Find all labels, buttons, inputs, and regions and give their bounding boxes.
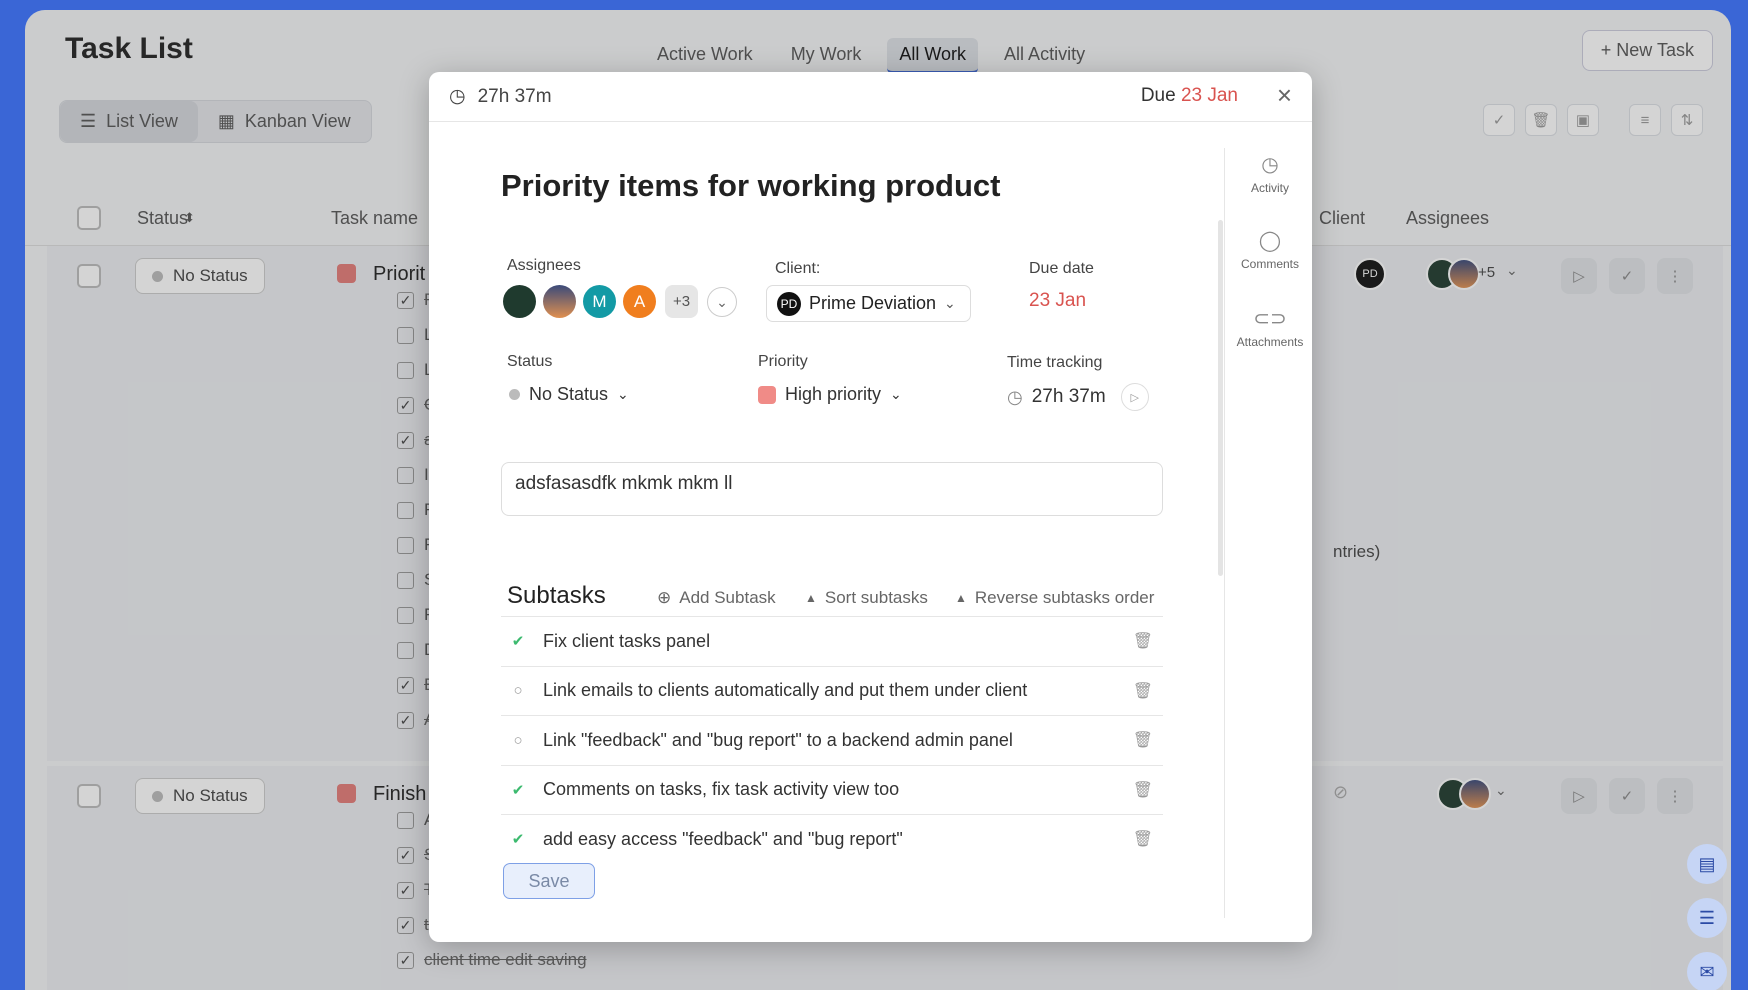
check-circle-icon[interactable]: ✔: [501, 632, 535, 650]
save-button[interactable]: Save: [503, 863, 595, 899]
triangle-up-icon: ▲: [955, 591, 967, 605]
scrollbar[interactable]: [1218, 220, 1223, 576]
subtask-row[interactable]: ○ Link emails to clients automatically an…: [501, 667, 1163, 716]
status-value: No Status: [529, 384, 609, 404]
calendar-icon[interactable]: ▤: [1687, 844, 1727, 884]
subtask-row[interactable]: ✔ add easy access "feedback" and "bug rep…: [501, 815, 1163, 856]
assignees-label: Assignees: [507, 257, 581, 274]
comments-label: Comments: [1240, 257, 1299, 271]
priority-label: Priority: [758, 353, 808, 370]
subtask-text[interactable]: Comments on tasks, fix task activity vie…: [543, 779, 899, 800]
paperclip-icon: ⊂⊃: [1253, 308, 1287, 330]
check-circle-icon[interactable]: ✔: [501, 781, 535, 799]
triangle-up-icon: ▲: [805, 591, 817, 605]
activity-button[interactable]: ◷ Activity: [1229, 152, 1311, 195]
client-name: Prime Deviation: [809, 293, 937, 313]
activity-label: Activity: [1250, 181, 1289, 195]
subtask-list: ✔ Fix client tasks panel 🗑 ○ Link emails to …: [501, 616, 1163, 856]
reverse-subtasks-label: Reverse subtasks order: [974, 588, 1155, 607]
attachments-label: Attachments: [1236, 335, 1304, 349]
avatar[interactable]: M: [583, 285, 616, 318]
subtasks-title: Subtasks: [507, 582, 606, 609]
close-icon[interactable]: ×: [1277, 80, 1292, 111]
add-subtask-button[interactable]: ⊕ Add Subtask: [657, 588, 776, 608]
subtask-row[interactable]: ✔ Comments on tasks, fix task activity vi…: [501, 766, 1163, 815]
speech-bubble-icon: ◯: [1258, 230, 1282, 252]
chevron-down-icon: ⌄: [890, 386, 902, 402]
status-select[interactable]: No Status ⌄: [509, 384, 629, 405]
subtask-row[interactable]: ✔ Fix client tasks panel 🗑: [501, 617, 1163, 667]
check-circle-icon[interactable]: ✔: [501, 830, 535, 848]
description-field[interactable]: adsfasasdfk mkmk mkm ll: [501, 462, 1163, 516]
priority-swatch: [758, 385, 776, 404]
task-modal: ◷ 27h 37m Due 23 Jan × Priority items fo…: [429, 72, 1312, 942]
subtask-text[interactable]: Link "feedback" and "bug report" to a ba…: [543, 730, 1013, 751]
avatar[interactable]: [543, 285, 576, 318]
reverse-subtasks-button[interactable]: ▲ Reverse subtasks order: [955, 588, 1154, 608]
circle-icon[interactable]: ○: [501, 682, 535, 699]
due-date-label: Due date: [1029, 260, 1094, 277]
play-icon[interactable]: ▷: [1120, 383, 1149, 411]
priority-select[interactable]: High priority ⌄: [758, 384, 902, 405]
time-spent: 27h 37m: [477, 85, 552, 107]
task-title[interactable]: Priority items for working product: [501, 168, 1001, 204]
trash-icon[interactable]: 🗑: [1133, 631, 1153, 651]
add-subtask-label: Add Subtask: [679, 588, 776, 607]
modal-due: Due 23 Jan: [1141, 85, 1238, 107]
due-date: 23 Jan: [1180, 85, 1238, 106]
status-dot: [509, 389, 520, 400]
sort-subtasks-button[interactable]: ▲ Sort subtasks: [805, 588, 928, 608]
chevron-down-icon: ⌄: [944, 295, 956, 311]
attachments-button[interactable]: ⊂⊃ Attachments: [1229, 306, 1311, 349]
due-date-value[interactable]: 23 Jan: [1029, 290, 1086, 312]
plus-circle-icon: ⊕: [657, 588, 672, 607]
chevron-down-icon[interactable]: ⌄: [707, 287, 737, 317]
time-tracking: ◷ 27h 37m ▷: [1007, 383, 1149, 411]
chat-icon[interactable]: ✉: [1687, 952, 1727, 990]
subtask-text[interactable]: add easy access "feedback" and "bug repo…: [543, 829, 903, 850]
comments-button[interactable]: ◯ Comments: [1229, 228, 1311, 271]
circle-icon[interactable]: ○: [501, 732, 535, 749]
subtask-row[interactable]: ○ Link "feedback" and "bug report" to a b…: [501, 716, 1163, 766]
avatar[interactable]: A: [623, 285, 656, 318]
subtask-text[interactable]: Fix client tasks panel: [543, 631, 710, 652]
trash-icon[interactable]: 🗑: [1133, 681, 1153, 701]
clock-icon: ◷: [1007, 386, 1023, 407]
status-label: Status: [507, 353, 553, 370]
client-logo: PD: [777, 291, 801, 316]
chevron-down-icon: ⌄: [617, 386, 629, 402]
trash-icon[interactable]: 🗑: [1133, 730, 1153, 750]
sort-subtasks-label: Sort subtasks: [824, 588, 928, 607]
avatar[interactable]: [503, 285, 536, 318]
modal-header: ◷ 27h 37m Due 23 Jan ×: [429, 72, 1312, 122]
list-icon[interactable]: ☰: [1687, 898, 1727, 938]
modal-time: ◷ 27h 37m: [449, 85, 552, 108]
clock-icon: ◷: [449, 86, 466, 107]
due-prefix: Due: [1140, 85, 1176, 106]
trash-icon[interactable]: 🗑: [1133, 780, 1153, 800]
client-select[interactable]: PD Prime Deviation ⌄: [766, 285, 971, 322]
priority-value: High priority: [785, 384, 882, 404]
client-label: Client:: [775, 260, 821, 277]
more-assignees-badge[interactable]: +3: [665, 285, 698, 318]
divider: [1224, 148, 1225, 918]
clock-icon: ◷: [1261, 154, 1279, 176]
time-tracking-label: Time tracking: [1007, 354, 1103, 371]
time-tracking-value: 27h 37m: [1031, 386, 1106, 407]
trash-icon[interactable]: 🗑: [1133, 829, 1153, 849]
subtask-text[interactable]: Link emails to clients automatically and…: [543, 680, 1027, 701]
